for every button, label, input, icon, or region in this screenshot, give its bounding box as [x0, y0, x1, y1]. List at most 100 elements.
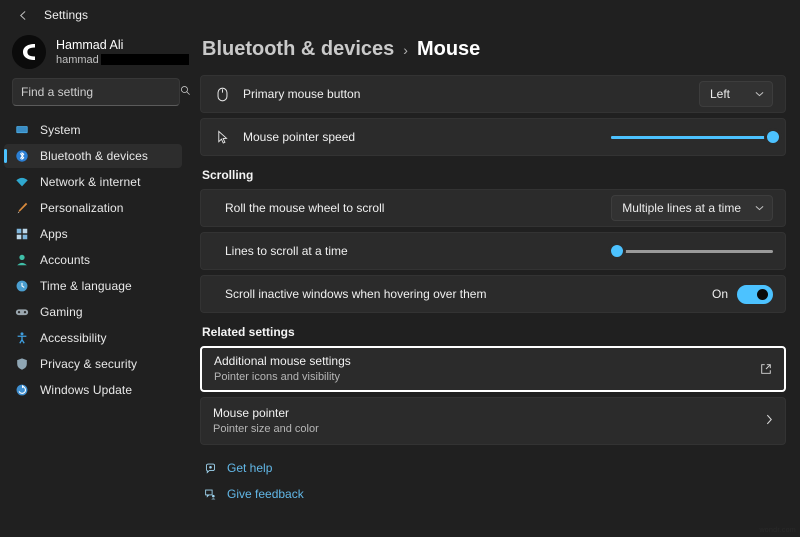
account-icon [14, 252, 30, 268]
mouse-pointer-subtitle: Pointer size and color [213, 422, 758, 436]
account-name: Hammad Ali [56, 38, 189, 53]
breadcrumb: Bluetooth & devices › Mouse [200, 38, 786, 61]
give-feedback-label: Give feedback [227, 487, 304, 501]
scrolling-heading: Scrolling [202, 168, 786, 182]
window-title: Settings [44, 8, 88, 22]
get-help-link[interactable]: Get help [202, 457, 786, 479]
primary-mouse-button-row: Primary mouse button Left [200, 75, 786, 113]
lines-to-scroll-row: Lines to scroll at a time [200, 232, 786, 270]
page-title: Mouse [417, 38, 480, 61]
search-wrap [0, 78, 190, 106]
apps-icon [14, 226, 30, 242]
give-feedback-link[interactable]: Give feedback [202, 483, 786, 505]
back-arrow-icon [17, 9, 30, 22]
scroll-inactive-windows-label: Scroll inactive windows when hovering ov… [213, 287, 712, 301]
additional-mouse-settings-text: Additional mouse settings Pointer icons … [214, 354, 752, 384]
footer-links: Get help Give feedback [200, 457, 786, 505]
sidebar-item-bluetooth-devices[interactable]: Bluetooth & devices [4, 144, 182, 168]
scroll-inactive-toggle[interactable] [737, 285, 773, 304]
lines-to-scroll-label: Lines to scroll at a time [213, 244, 611, 258]
sidebar-item-network-internet[interactable]: Network & internet [4, 170, 182, 194]
additional-mouse-settings-subtitle: Pointer icons and visibility [214, 370, 752, 384]
bluetooth-icon [14, 148, 30, 164]
sidebar-item-privacy-security[interactable]: Privacy & security [4, 352, 182, 376]
wifi-icon [14, 174, 30, 190]
sidebar-item-label: Apps [40, 227, 68, 241]
sidebar-item-label: Windows Update [40, 383, 132, 397]
back-button[interactable] [10, 4, 36, 26]
additional-mouse-settings-card[interactable]: Additional mouse settings Pointer icons … [200, 346, 786, 392]
related-settings-heading: Related settings [202, 325, 786, 339]
mouse-pointer-title: Mouse pointer [213, 406, 758, 421]
cursor-icon [213, 130, 231, 145]
display-icon [14, 122, 30, 138]
sidebar-item-label: System [40, 123, 81, 137]
feedback-icon [202, 488, 218, 501]
dropdown-value: Multiple lines at a time [622, 201, 741, 215]
sidebar-item-label: Time & language [40, 279, 132, 293]
redaction-bar [101, 54, 189, 65]
mouse-wheel-scroll-dropdown[interactable]: Multiple lines at a time [611, 195, 773, 221]
sidebar-nav: System Bluetooth & devices Network & int… [0, 118, 190, 537]
user-avatar-icon [12, 35, 46, 69]
title-bar: Settings [0, 0, 800, 30]
account-email-prefix: hammad [56, 53, 99, 67]
sidebar-item-personalization[interactable]: Personalization [4, 196, 182, 220]
chevron-down-icon [755, 204, 764, 213]
gaming-icon [14, 304, 30, 320]
breadcrumb-parent[interactable]: Bluetooth & devices [202, 38, 394, 61]
sidebar-item-apps[interactable]: Apps [4, 222, 182, 246]
dropdown-value: Left [710, 87, 730, 101]
account-email: hammad [56, 53, 189, 67]
mouse-wheel-scroll-row: Roll the mouse wheel to scroll Multiple … [200, 189, 786, 227]
mouse-glyph-icon [216, 87, 229, 102]
help-icon [202, 462, 218, 475]
accessibility-icon [14, 330, 30, 346]
primary-mouse-button-label: Primary mouse button [243, 87, 699, 101]
mouse-pointer-card[interactable]: Mouse pointer Pointer size and color [200, 397, 786, 445]
watermark: wondr.com [759, 527, 796, 534]
cursor-glyph-icon [216, 130, 229, 145]
get-help-label: Get help [227, 461, 272, 475]
slider-thumb[interactable] [764, 128, 782, 146]
sidebar-item-accounts[interactable]: Accounts [4, 248, 182, 272]
shield-icon [14, 356, 30, 372]
scroll-inactive-windows-row: Scroll inactive windows when hovering ov… [200, 275, 786, 313]
slider-fill [611, 136, 773, 139]
toggle-knob [757, 289, 768, 300]
sidebar-item-time-language[interactable]: Time & language [4, 274, 182, 298]
search-box[interactable] [12, 78, 180, 106]
pointer-speed-slider[interactable] [611, 128, 773, 146]
sidebar: Hammad Ali hammad [0, 30, 190, 537]
breadcrumb-separator: › [403, 42, 408, 58]
sidebar-item-windows-update[interactable]: Windows Update [4, 378, 182, 402]
account-block[interactable]: Hammad Ali hammad [0, 30, 190, 78]
update-icon [14, 382, 30, 398]
account-text: Hammad Ali hammad [56, 38, 189, 67]
chevron-right-icon [766, 414, 773, 428]
additional-mouse-settings-title: Additional mouse settings [214, 354, 752, 369]
external-link-icon [760, 363, 772, 375]
sidebar-item-accessibility[interactable]: Accessibility [4, 326, 182, 350]
search-input[interactable] [21, 85, 176, 99]
body-area: Hammad Ali hammad [0, 30, 800, 537]
clock-icon [14, 278, 30, 294]
sidebar-item-gaming[interactable]: Gaming [4, 300, 182, 324]
lines-to-scroll-slider[interactable] [611, 242, 773, 260]
pointer-speed-label: Mouse pointer speed [243, 130, 611, 144]
primary-mouse-button-dropdown[interactable]: Left [699, 81, 773, 107]
sidebar-item-label: Personalization [40, 201, 124, 215]
sidebar-item-label: Accounts [40, 253, 90, 267]
slider-thumb[interactable] [608, 242, 626, 260]
sidebar-item-label: Accessibility [40, 331, 107, 345]
scroll-inactive-toggle-wrap: On [712, 285, 773, 304]
chevron-down-icon [755, 90, 764, 99]
settings-window: Settings Hammad Ali hammad [0, 0, 800, 537]
avatar [12, 35, 46, 69]
sidebar-item-label: Privacy & security [40, 357, 137, 371]
toggle-state-label: On [712, 287, 728, 301]
sidebar-item-label: Gaming [40, 305, 83, 319]
sidebar-item-label: Network & internet [40, 175, 141, 189]
sidebar-item-system[interactable]: System [4, 118, 182, 142]
brush-icon [14, 200, 30, 216]
